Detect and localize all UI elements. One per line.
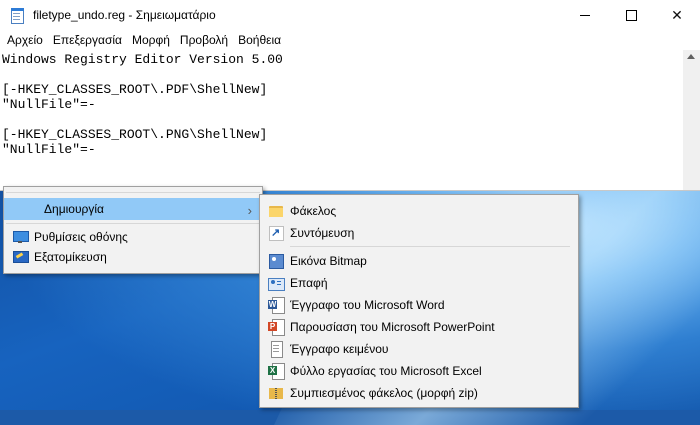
shortcut-icon: ↗	[268, 225, 284, 241]
bitmap-icon	[268, 253, 284, 269]
submenu-item-excel[interactable]: X Φύλλο εργασίας του Microsoft Excel	[260, 360, 578, 382]
menu-item-personalize[interactable]: Εξατομίκευση	[4, 247, 262, 267]
submenu-item-label: Εικόνα Bitmap	[290, 254, 367, 268]
menu-format[interactable]: Μορφή	[127, 33, 175, 47]
menu-separator	[290, 246, 570, 247]
menu-bar: Αρχείο Επεξεργασία Μορφή Προβολή Βοήθεια	[0, 30, 700, 50]
minimize-button[interactable]	[562, 0, 608, 30]
desktop-context-menu: Δημιουργία › Ρυθμίσεις οθόνης Εξατομίκευ…	[3, 186, 263, 274]
text-document-icon	[268, 341, 284, 358]
editor-line: [-HKEY_CLASSES_ROOT\.PNG\ShellNew]	[2, 127, 268, 142]
chevron-right-icon: ›	[247, 203, 252, 218]
personalize-icon	[12, 249, 29, 265]
scroll-up-arrow-icon[interactable]	[687, 54, 695, 59]
submenu-item-word-document[interactable]: W Έγγραφο του Microsoft Word	[260, 294, 578, 316]
folder-icon	[268, 203, 284, 219]
submenu-item-label: Παρουσίαση του Microsoft PowerPoint	[290, 320, 495, 334]
display-icon	[12, 229, 29, 245]
text-editor[interactable]: Windows Registry Editor Version 5.00 [-H…	[0, 50, 682, 190]
word-icon: W	[268, 297, 285, 314]
submenu-item-shortcut[interactable]: ↗ Συντόμευση	[260, 222, 578, 244]
editor-line: [-HKEY_CLASSES_ROOT\.PDF\ShellNew]	[2, 82, 268, 97]
title-bar[interactable]: filetype_undo.reg - Σημειωματάριο ✕	[0, 0, 700, 30]
submenu-item-label: Έγγραφο του Microsoft Word	[290, 298, 445, 312]
menu-edit[interactable]: Επεξεργασία	[48, 33, 127, 47]
submenu-item-zip-folder[interactable]: Συμπιεσμένος φάκελος (μορφή zip)	[260, 382, 578, 404]
menu-item-label: Εξατομίκευση	[34, 250, 107, 264]
new-submenu: Φάκελος ↗ Συντόμευση Εικόνα Bitmap Επαφή…	[259, 194, 579, 408]
menu-file[interactable]: Αρχείο	[2, 33, 48, 47]
submenu-item-label: Επαφή	[290, 276, 328, 290]
minimize-icon	[580, 14, 590, 16]
submenu-item-contact[interactable]: Επαφή	[260, 272, 578, 294]
maximize-button[interactable]	[608, 0, 654, 30]
maximize-icon	[625, 9, 637, 21]
editor-line: "NullFile"=-	[2, 97, 96, 112]
excel-icon: X	[268, 363, 285, 380]
editor-line: Windows Registry Editor Version 5.00	[2, 52, 283, 67]
contact-icon	[268, 275, 285, 291]
submenu-item-bitmap[interactable]: Εικόνα Bitmap	[260, 250, 578, 272]
powerpoint-icon: P	[268, 319, 285, 336]
submenu-item-label: Φύλλο εργασίας του Microsoft Excel	[290, 364, 482, 378]
submenu-item-text-document[interactable]: Έγγραφο κειμένου	[260, 338, 578, 360]
menu-separator	[6, 223, 260, 224]
submenu-item-label: Φάκελος	[290, 204, 337, 218]
menu-separator	[6, 192, 260, 193]
menu-help[interactable]: Βοήθεια	[233, 33, 286, 47]
zip-folder-icon	[268, 385, 284, 401]
submenu-item-label: Συντόμευση	[290, 226, 355, 240]
notepad-app-icon	[9, 7, 25, 24]
menu-item-label: Δημιουργία	[44, 202, 104, 216]
close-button[interactable]: ✕	[654, 0, 700, 30]
submenu-item-label: Έγγραφο κειμένου	[290, 342, 389, 356]
submenu-item-folder[interactable]: Φάκελος	[260, 200, 578, 222]
window-title: filetype_undo.reg - Σημειωματάριο	[33, 8, 216, 22]
notepad-window: filetype_undo.reg - Σημειωματάριο ✕ Αρχε…	[0, 0, 700, 191]
vertical-scrollbar[interactable]	[683, 50, 700, 190]
editor-line: "NullFile"=-	[2, 142, 96, 157]
submenu-item-label: Συμπιεσμένος φάκελος (μορφή zip)	[290, 386, 478, 400]
submenu-item-powerpoint[interactable]: P Παρουσίαση του Microsoft PowerPoint	[260, 316, 578, 338]
menu-item-new[interactable]: Δημιουργία ›	[4, 198, 262, 220]
menu-item-display-settings[interactable]: Ρυθμίσεις οθόνης	[4, 227, 262, 247]
menu-item-label: Ρυθμίσεις οθόνης	[34, 230, 128, 244]
menu-view[interactable]: Προβολή	[175, 33, 233, 47]
close-icon: ✕	[671, 6, 683, 23]
